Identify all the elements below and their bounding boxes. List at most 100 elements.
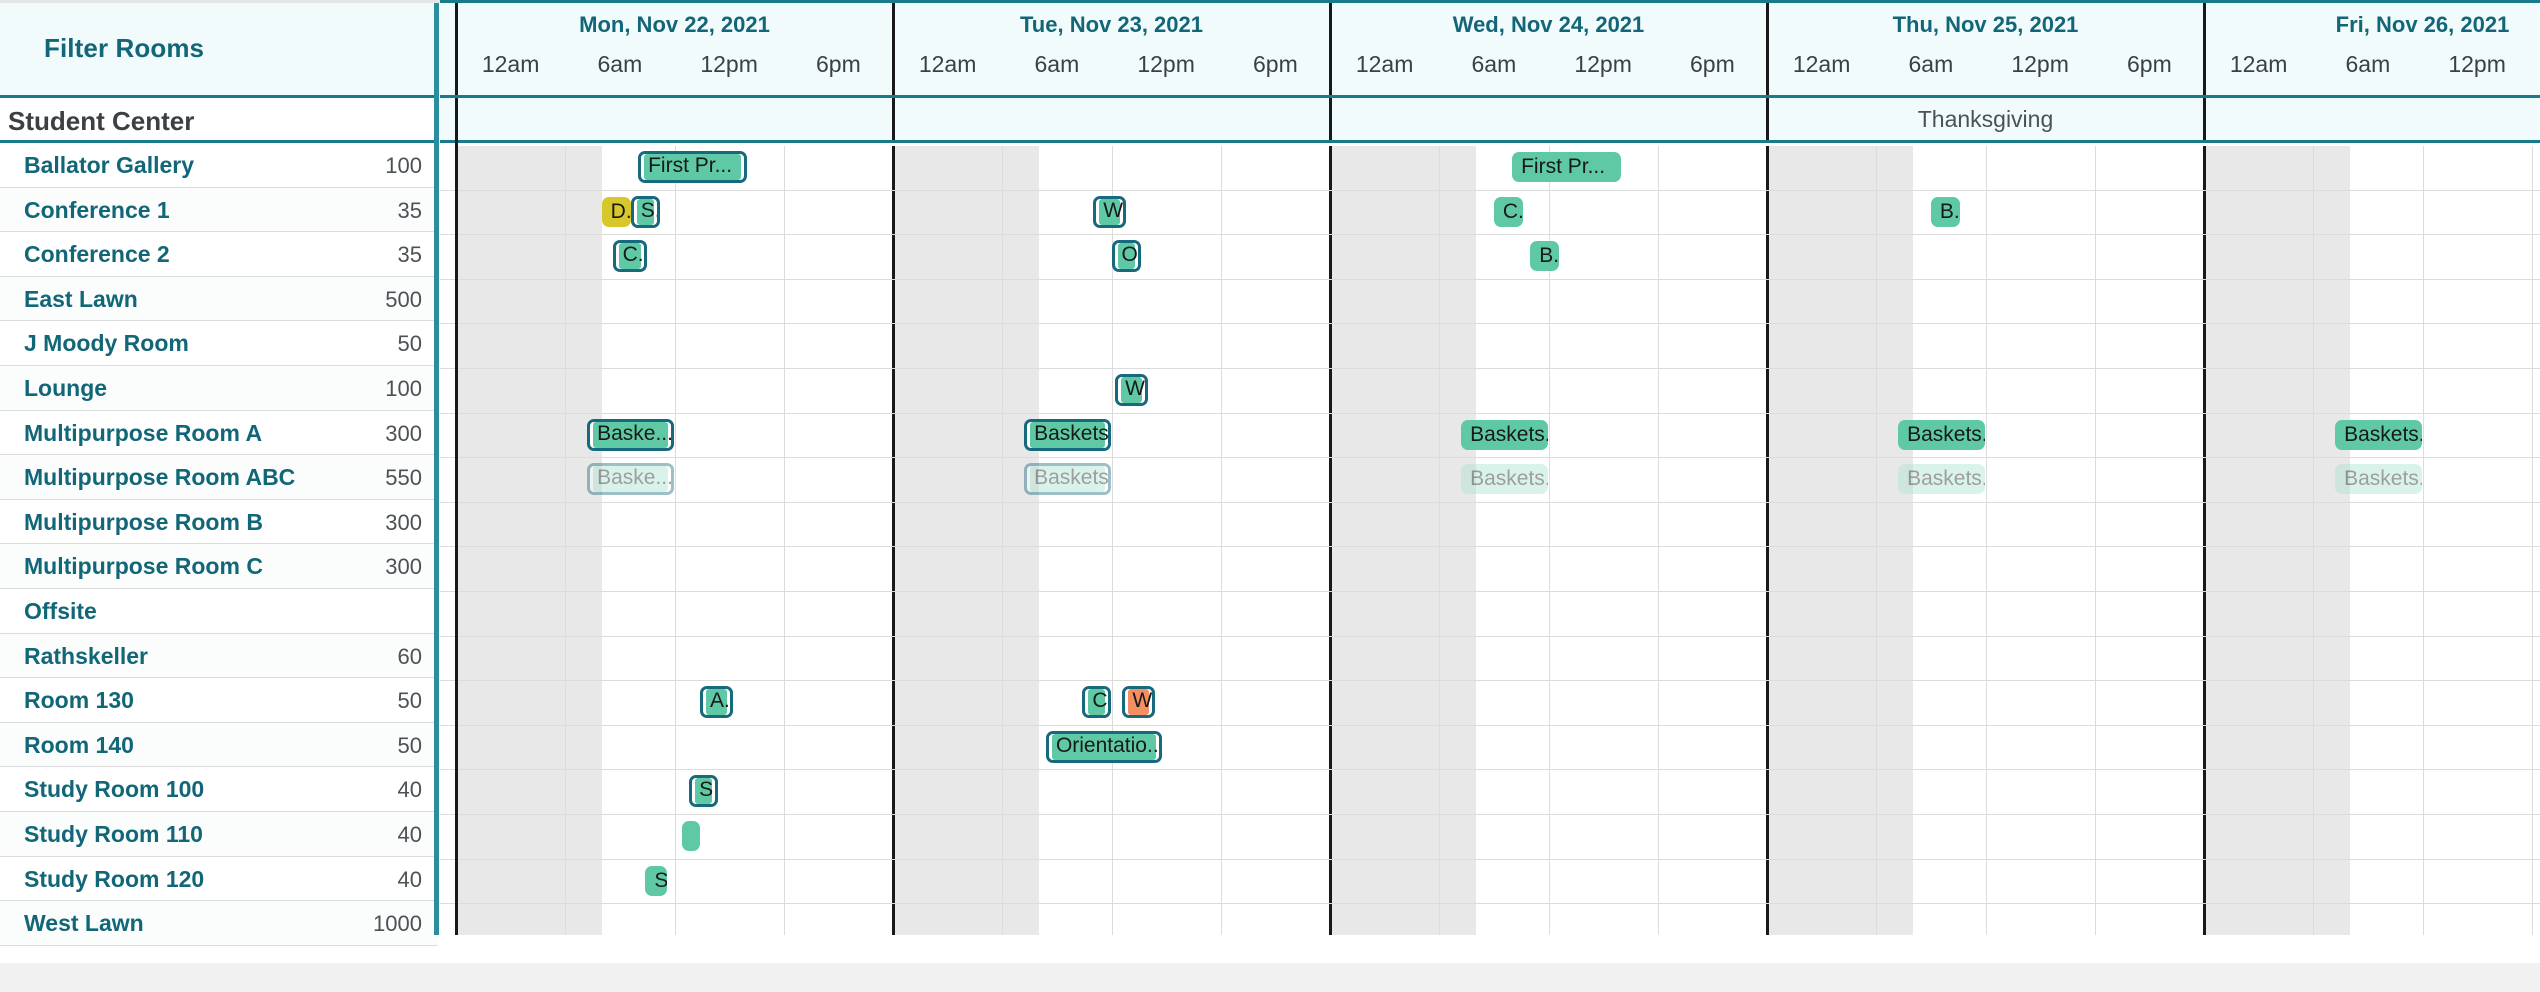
event-chip[interactable]: Baskets...	[2335, 419, 2423, 450]
day-header-1[interactable]: Tue, Nov 23, 2021	[893, 3, 1330, 95]
timeline-row[interactable]: Baske... Baskets... Baskets... Baskets... Ba…	[440, 458, 2540, 503]
room-name-6[interactable]: Multipurpose Room A	[24, 420, 262, 447]
timeline-row[interactable]: S.	[440, 859, 2540, 905]
room-row[interactable]: Conference 1 35	[0, 187, 438, 233]
room-name-0[interactable]: Ballator Gallery	[24, 152, 194, 179]
room-name-5[interactable]: Lounge	[24, 375, 107, 402]
room-row[interactable]: Multipurpose Room C 300	[0, 544, 438, 589]
timeline-row[interactable]: A.. C W..	[440, 681, 2540, 726]
room-row[interactable]: Study Room 100 40	[0, 767, 438, 812]
event-chip[interactable]: W.	[1115, 373, 1148, 406]
room-name-16[interactable]: Study Room 120	[24, 866, 204, 893]
time-tick: 12pm	[2011, 51, 2069, 77]
event-chip[interactable]: B.	[1930, 196, 1960, 227]
timeline-row[interactable]	[440, 904, 2540, 935]
event-chip[interactable]: S.	[689, 775, 719, 808]
room-name-4[interactable]: J Moody Room	[24, 330, 189, 357]
room-row[interactable]: Room 140 50	[0, 722, 438, 768]
event-chip[interactable]: W.	[1093, 195, 1127, 228]
room-row[interactable]: Multipurpose Room B 300	[0, 499, 438, 545]
room-row[interactable]: Rathskeller 60	[0, 633, 438, 679]
timeline-row[interactable]	[440, 547, 2540, 592]
event-chip[interactable]: Orientatio...	[1045, 730, 1163, 763]
room-row[interactable]: East Lawn 500	[0, 276, 438, 322]
event-chip[interactable]: W..	[1122, 686, 1156, 719]
room-row[interactable]: West Lawn 1000	[0, 901, 438, 946]
filter-rooms-button[interactable]: Filter Rooms	[44, 33, 204, 64]
event-chip[interactable]: C..	[1493, 196, 1523, 227]
event-chip[interactable]: Baske...	[587, 418, 675, 451]
event-chip[interactable]: C	[1082, 686, 1112, 719]
event-chip[interactable]: Baskets...	[1898, 419, 1986, 450]
time-tick: 12pm	[700, 51, 758, 77]
event-chip[interactable]: First Pr...	[638, 151, 748, 183]
event-chip[interactable]: Baskets...	[1024, 463, 1112, 496]
room-name-15[interactable]: Study Room 110	[24, 821, 203, 848]
room-row[interactable]: Offsite	[0, 588, 438, 634]
timeline-row[interactable]	[440, 591, 2540, 637]
hour-gridline	[2531, 547, 2533, 591]
night-shading	[1767, 146, 1913, 190]
timeline-row[interactable]: W.C	[440, 368, 2540, 414]
timeline-row[interactable]: Baske... Baskets... Baskets... Baskets... Ba…	[440, 413, 2540, 459]
hour-gridline	[2094, 681, 2096, 725]
event-chip[interactable]: Baskets...	[1461, 419, 1549, 450]
room-name-9[interactable]: Multipurpose Room C	[24, 553, 263, 580]
hour-gridline	[1002, 235, 1004, 279]
room-name-1[interactable]: Conference 1	[24, 197, 170, 224]
timeline-row[interactable]	[440, 324, 2540, 369]
event-chip[interactable]: Baskets...	[2335, 464, 2423, 495]
room-name-7[interactable]: Multipurpose Room ABC	[24, 464, 295, 491]
room-row[interactable]: Ballator Gallery 100	[0, 143, 438, 188]
room-row[interactable]: Multipurpose Room A 300	[0, 410, 438, 456]
hour-gridline	[1876, 814, 1878, 859]
room-row[interactable]: Room 130 50	[0, 678, 438, 723]
holiday-banner-3[interactable]: Thanksgiving	[1767, 98, 2204, 140]
timeline-row[interactable]	[440, 636, 2540, 682]
room-row[interactable]: J Moody Room 50	[0, 321, 438, 366]
event-chip[interactable]: Baskets...	[1898, 464, 1986, 495]
room-name-8[interactable]: Multipurpose Room B	[24, 509, 263, 536]
day-header-3[interactable]: Thu, Nov 25, 2021	[1767, 3, 2204, 95]
room-name-10[interactable]: Offsite	[24, 598, 97, 625]
room-name-11[interactable]: Rathskeller	[24, 643, 148, 670]
event-chip[interactable]: B..	[1530, 241, 1560, 272]
day-header-4[interactable]: Fri, Nov 26, 2021	[2204, 3, 2540, 95]
timeline-row[interactable]	[440, 279, 2540, 325]
room-row[interactable]: Conference 2 35	[0, 232, 438, 277]
timeline-row[interactable]: First Pr... First Pr...	[440, 146, 2540, 191]
event-chip[interactable]: D..	[601, 196, 631, 227]
room-name-3[interactable]: East Lawn	[24, 286, 138, 313]
room-name-12[interactable]: Room 130	[24, 687, 134, 714]
event-chip-label: First Pr...	[648, 154, 733, 177]
event-chip[interactable]: A..	[699, 686, 733, 719]
room-row[interactable]: Study Room 120 40	[0, 856, 438, 902]
timeline-row[interactable]	[440, 814, 2540, 860]
event-chip[interactable]: O	[1111, 240, 1141, 273]
room-row[interactable]: Multipurpose Room ABC 550	[0, 455, 438, 500]
event-chip[interactable]: Baskets...	[1024, 418, 1112, 451]
event-chip[interactable]: Baskets...	[1461, 464, 1549, 495]
hour-gridline	[1657, 725, 1659, 770]
timeline-row[interactable]: C.. O B..	[440, 235, 2540, 280]
event-chip[interactable]: S.	[630, 195, 660, 228]
room-row[interactable]: Lounge 100	[0, 365, 438, 411]
event-chip[interactable]: C..	[612, 240, 648, 273]
room-name-14[interactable]: Study Room 100	[24, 776, 204, 803]
room-name-13[interactable]: Room 140	[24, 732, 134, 759]
room-row[interactable]: Study Room 110 40	[0, 811, 438, 857]
day-header-2[interactable]: Wed, Nov 24, 2021	[1330, 3, 1767, 95]
event-chip[interactable]: First Pr...	[1512, 152, 1622, 182]
timeline-row[interactable]: Orientatio...	[440, 725, 2540, 771]
event-chip[interactable]: Baske...	[587, 463, 675, 496]
hour-gridline	[1876, 235, 1878, 279]
room-name-17[interactable]: West Lawn	[24, 910, 144, 937]
event-chip[interactable]	[681, 820, 700, 851]
event-chip[interactable]: S.	[645, 865, 668, 896]
day-header-0[interactable]: Mon, Nov 22, 2021	[456, 3, 893, 95]
timeline-row[interactable]: S.	[440, 770, 2540, 815]
timeline-row[interactable]	[440, 502, 2540, 548]
sidebar-divider	[434, 3, 439, 935]
room-name-2[interactable]: Conference 2	[24, 241, 170, 268]
timeline-row[interactable]: D.. S. W. C.. B.	[440, 190, 2540, 236]
